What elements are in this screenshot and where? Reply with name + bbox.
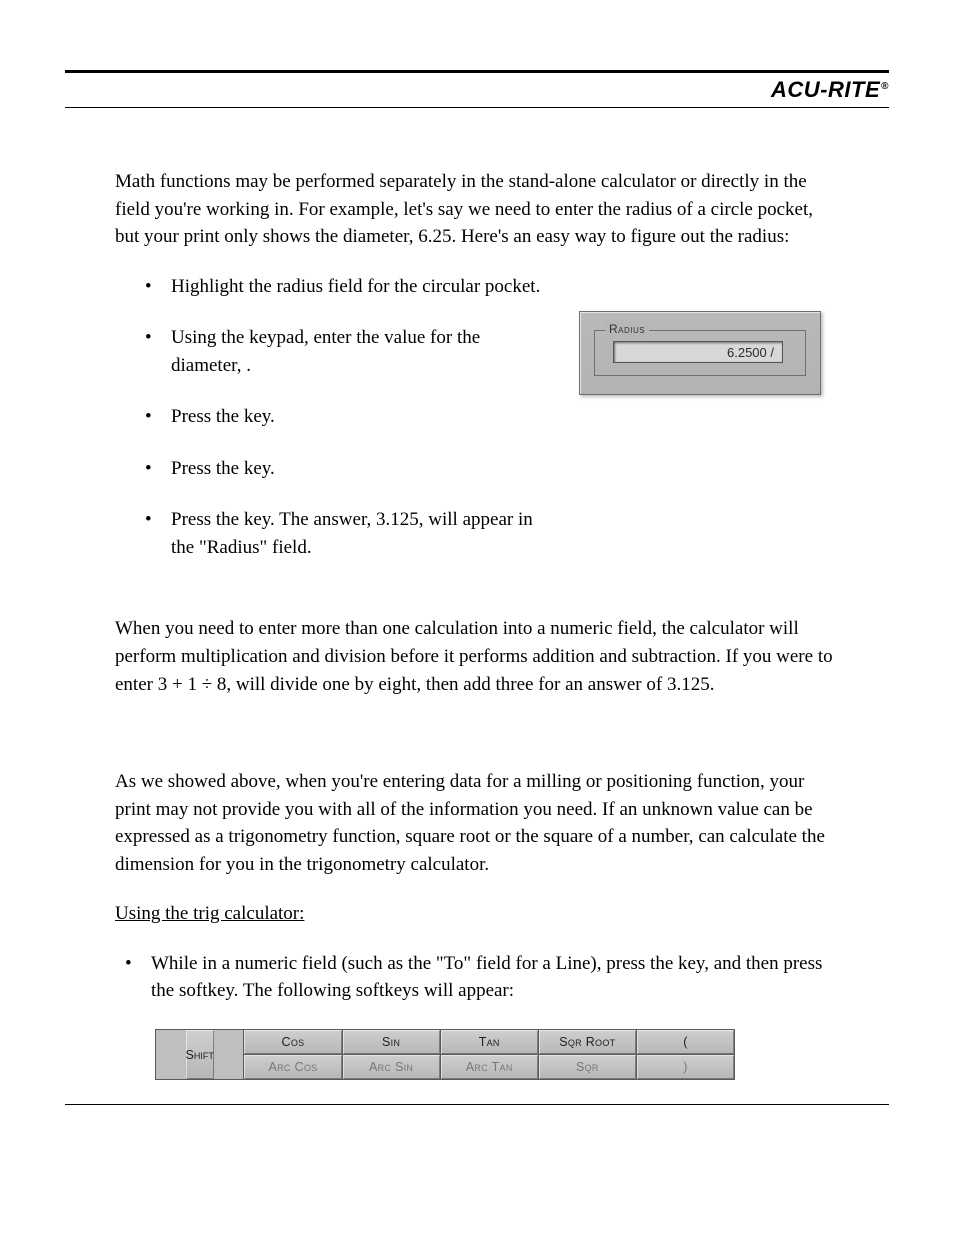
brand-reg: ®	[881, 81, 889, 92]
step-text: Highlight the radius field for the circu…	[171, 276, 540, 297]
rule-thick	[65, 70, 889, 73]
brand-row: ACU-RITE®	[65, 77, 889, 103]
steps-column: Highlight the radius field for the circu…	[115, 273, 549, 586]
order-of-ops-paragraph: When you need to enter more than one cal…	[115, 615, 839, 698]
step-tail: key.	[244, 406, 275, 427]
step-tail: .	[246, 355, 251, 376]
page: ACU-RITE® Math functions may be performe…	[0, 0, 954, 1235]
softkey-shift-col: Shift	[156, 1030, 243, 1079]
step-text: Using the keypad, enter the value for th…	[171, 327, 480, 376]
softkey-col: Cos Arc Cos	[243, 1030, 341, 1079]
softkey-col: ( )	[636, 1030, 734, 1079]
trig-step-c: softkey. The following softkeys will app…	[179, 980, 514, 1001]
radius-group: Radius 6.2500 /	[594, 330, 806, 376]
softkey-shift[interactable]: Shift	[186, 1030, 214, 1079]
trig-intro-paragraph: As we showed above, when you're entering…	[115, 768, 839, 878]
softkey-col: Sin Arc Sin	[342, 1030, 440, 1079]
trig-step-list: While in a numeric field (such as the "T…	[95, 950, 839, 1005]
step-item: Using the keypad, enter the value for th…	[115, 324, 549, 379]
step-tail: key.	[244, 458, 275, 479]
softkey-cos[interactable]: Cos	[244, 1030, 341, 1054]
step-item: Press the key.	[115, 455, 549, 483]
softkey-arcsin[interactable]: Arc Sin	[343, 1054, 440, 1079]
step-item: Press the key.	[115, 403, 549, 431]
trig-heading: Using the trig calculator:	[115, 900, 839, 928]
step-item: Highlight the radius field for the circu…	[115, 273, 549, 301]
step-list: Highlight the radius field for the circu…	[115, 273, 549, 562]
softkey-sqrroot[interactable]: Sqr Root	[539, 1030, 636, 1054]
radius-label: Radius	[605, 321, 649, 338]
softkey-col: Sqr Root Sqr	[538, 1030, 636, 1079]
softkey-col: Tan Arc Tan	[440, 1030, 538, 1079]
softkey-paren-open[interactable]: (	[637, 1030, 734, 1054]
softkey-paren-close[interactable]: )	[637, 1054, 734, 1079]
intro-paragraph: Math functions may be performed separate…	[115, 168, 839, 251]
softkey-sin[interactable]: Sin	[343, 1030, 440, 1054]
brand-name: ACU-RITE	[771, 77, 880, 102]
step-text: Press the	[171, 406, 244, 427]
figure-column: Radius 6.2500 /	[579, 273, 839, 395]
content: Math functions may be performed separate…	[65, 108, 889, 1080]
bottom-rule	[65, 1104, 889, 1105]
softkey-sqr[interactable]: Sqr	[539, 1054, 636, 1079]
steps-and-figure: Highlight the radius field for the circu…	[115, 273, 839, 586]
step-text: Press the	[171, 458, 244, 479]
step-item: While in a numeric field (such as the "T…	[95, 950, 839, 1005]
step-item: Press the key. The answer, 3.125, will a…	[115, 506, 549, 561]
radius-panel: Radius 6.2500 /	[579, 311, 821, 395]
radius-input[interactable]: 6.2500 /	[613, 341, 783, 363]
brand-logo: ACU-RITE®	[771, 77, 889, 103]
trig-step-a: While in a numeric field (such as the "T…	[151, 953, 678, 974]
softkey-arctan[interactable]: Arc Tan	[441, 1054, 538, 1079]
softkey-bar: Shift Cos Arc Cos Sin Arc Sin Tan Arc Ta…	[155, 1029, 735, 1080]
softkey-arccos[interactable]: Arc Cos	[244, 1054, 341, 1079]
step-text: Press the	[171, 509, 244, 530]
order-text-b: will divide one by eight, then add three…	[236, 674, 715, 695]
softkey-tan[interactable]: Tan	[441, 1030, 538, 1054]
softkey-table: Shift Cos Arc Cos Sin Arc Sin Tan Arc Ta…	[155, 1029, 735, 1080]
